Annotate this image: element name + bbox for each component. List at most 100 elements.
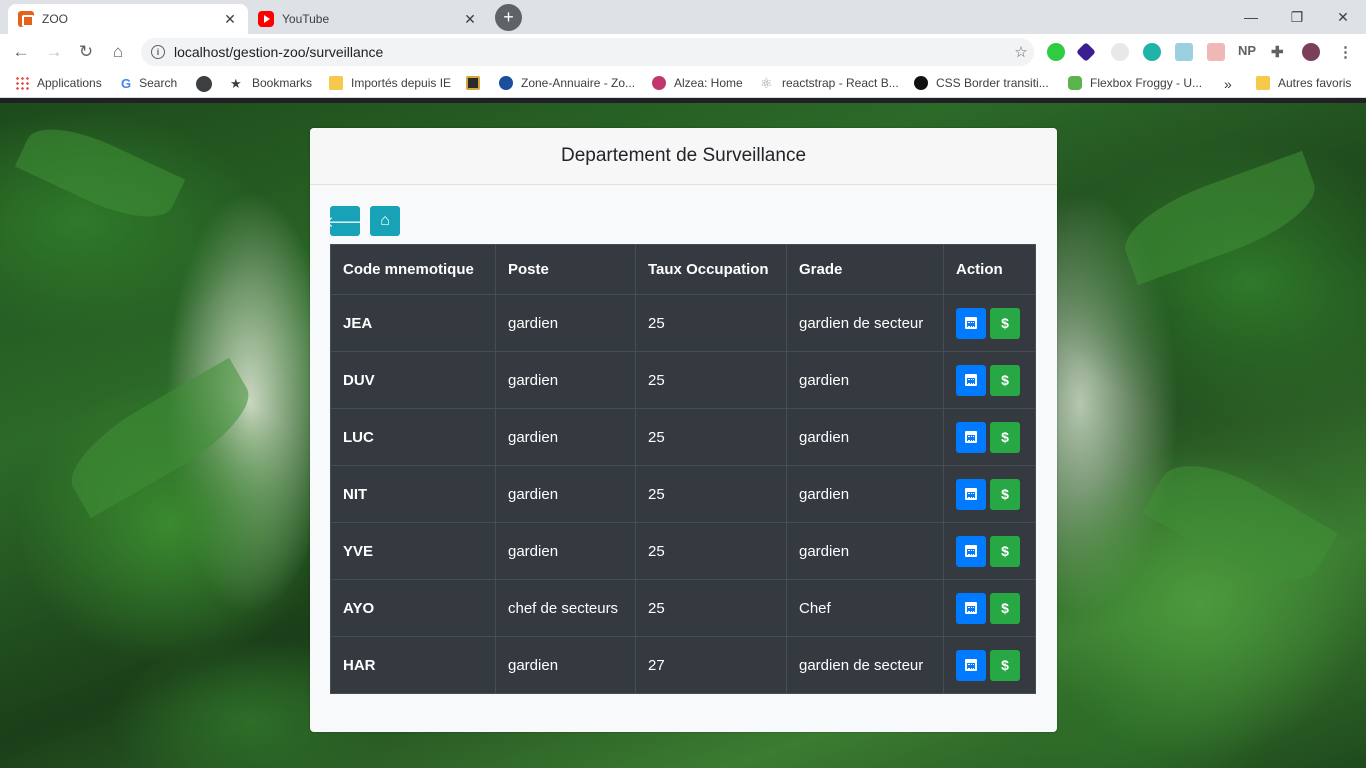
cell-actions: $ [943, 294, 1036, 352]
browser-tab-strip: ZOO ✕ YouTube ✕ + — ❐ ✕ [0, 0, 1366, 34]
extension-grey-icon[interactable] [1111, 43, 1129, 61]
bookmark-reactstrap[interactable]: ⚛ reactstrap - React B... [760, 76, 899, 90]
bookmark-zone-annuaire[interactable]: Zone-Annuaire - Zo... [499, 76, 635, 90]
bookmark-css-border[interactable]: CSS Border transiti... [914, 76, 1049, 90]
extension-np-icon[interactable]: NP [1238, 43, 1256, 58]
bookmark-box[interactable] [466, 76, 480, 90]
cell-actions: $ [943, 522, 1036, 580]
cell-grade: gardien de secteur [786, 294, 944, 352]
bookmark-label: Importés depuis IE [351, 76, 452, 90]
salary-button[interactable]: $ [990, 421, 1020, 453]
new-tab-button[interactable]: + [495, 4, 522, 31]
forward-button[interactable]: → [41, 39, 67, 65]
salary-button[interactable]: $ [990, 535, 1020, 567]
xampp-icon [18, 11, 34, 27]
schedule-button[interactable] [956, 307, 986, 339]
cell-poste: gardien [495, 465, 636, 523]
cell-taux: 25 [635, 351, 787, 409]
bookmarks-bar: Applications G Search ★ Bookmarks Import… [0, 70, 1366, 98]
bookmark-label: CSS Border transiti... [936, 76, 1049, 90]
folder-icon [1256, 76, 1270, 90]
bookmark-autres-favoris[interactable]: Autres favoris [1256, 76, 1351, 90]
tab-title: ZOO [42, 12, 68, 26]
close-tab-icon[interactable]: ✕ [462, 11, 478, 27]
site-info-icon[interactable]: i [151, 45, 165, 59]
extension-pink-icon[interactable] [1207, 43, 1225, 61]
arrow-left-icon: 🡐 [324, 213, 366, 231]
cell-actions: $ [943, 465, 1036, 523]
surveillance-card: Departement de Surveillance 🡐 ⌂ Code mne… [310, 128, 1057, 732]
extension-purple-icon[interactable] [1076, 42, 1096, 62]
schedule-button[interactable] [956, 478, 986, 510]
profile-avatar[interactable] [1302, 43, 1320, 61]
back-button[interactable]: 🡐 [325, 206, 365, 236]
bookmark-alzea[interactable]: Alzea: Home [652, 76, 743, 90]
surveillance-table: Code mnemotique Poste Taux Occupation Gr… [330, 244, 1036, 694]
extensions-puzzle-icon[interactable]: ✚ [1271, 43, 1284, 61]
back-button[interactable]: ← [8, 39, 34, 65]
minimize-button[interactable]: — [1228, 0, 1274, 34]
dollar-icon: $ [1001, 429, 1009, 445]
column-header-taux: Taux Occupation [635, 244, 787, 295]
restore-button[interactable]: ❐ [1274, 0, 1320, 34]
schedule-button[interactable] [956, 535, 986, 567]
dollar-icon: $ [1001, 486, 1009, 502]
tab-youtube[interactable]: YouTube ✕ [248, 4, 488, 34]
dollar-icon: $ [1001, 657, 1009, 673]
salary-button[interactable]: $ [990, 649, 1020, 681]
cell-taux: 27 [635, 636, 787, 694]
bookmark-label: Autres favoris [1278, 76, 1352, 90]
schedule-button[interactable] [956, 592, 986, 624]
cell-code: HAR [330, 636, 496, 694]
close-window-button[interactable]: ✕ [1320, 0, 1366, 34]
bookmark-label: Applications [37, 76, 102, 90]
cell-grade: gardien [786, 465, 944, 523]
alzea-icon [652, 76, 666, 90]
react-icon: ⚛ [760, 75, 773, 91]
bookmark-search[interactable]: G Search [121, 76, 177, 91]
bookmark-star-icon[interactable]: ☆ [1008, 43, 1034, 61]
schedule-button[interactable] [956, 421, 986, 453]
salary-button[interactable]: $ [990, 364, 1020, 396]
extension-teal-icon[interactable] [1143, 43, 1161, 61]
bookmark-importes[interactable]: Importés depuis IE [329, 76, 451, 90]
schedule-button[interactable] [956, 649, 986, 681]
menu-kebab-icon[interactable]: ⋮ [1338, 43, 1353, 61]
bookmarks-overflow-button[interactable]: » [1224, 76, 1232, 92]
table-row: DUV gardien 25 gardien $ [330, 351, 1036, 409]
home-button[interactable]: ⌂ [370, 206, 400, 236]
bookmark-label: Flexbox Froggy - U... [1090, 76, 1203, 90]
bookmark-bookmarks[interactable]: ★ Bookmarks [230, 76, 313, 91]
cell-poste: chef de secteurs [495, 579, 636, 637]
folder-icon [329, 76, 343, 90]
cell-grade: gardien de secteur [786, 636, 944, 694]
globe-icon [499, 76, 513, 90]
column-header-action: Action [943, 244, 1036, 295]
schedule-button[interactable] [956, 364, 986, 396]
tab-zoo[interactable]: ZOO ✕ [8, 4, 248, 34]
calendar-icon [965, 488, 977, 500]
extension-dropper-icon[interactable] [1175, 43, 1193, 61]
cell-code: DUV [330, 351, 496, 409]
column-header-code: Code mnemotique [330, 244, 496, 295]
salary-button[interactable]: $ [990, 307, 1020, 339]
home-button[interactable]: ⌂ [105, 39, 131, 65]
cell-code: YVE [330, 522, 496, 580]
dollar-icon: $ [1001, 315, 1009, 331]
address-url[interactable]: localhost/gestion-zoo/surveillance [174, 44, 1008, 60]
table-row: HAR gardien 27 gardien de secteur $ [330, 636, 1036, 694]
calendar-icon [965, 374, 977, 386]
extension-green-icon[interactable] [1047, 43, 1065, 61]
reload-button[interactable]: ↻ [73, 39, 99, 65]
bookmark-github[interactable] [196, 76, 212, 92]
salary-button[interactable]: $ [990, 592, 1020, 624]
home-icon: ⌂ [380, 212, 390, 229]
codepen-icon [914, 76, 928, 90]
table-row: JEA gardien 25 gardien de secteur $ [330, 294, 1036, 352]
salary-button[interactable]: $ [990, 478, 1020, 510]
address-bar[interactable]: i localhost/gestion-zoo/surveillance ☆ [141, 38, 1034, 66]
bookmark-label: Bookmarks [252, 76, 313, 90]
bookmark-applications[interactable]: Applications [15, 76, 102, 90]
bookmark-flexbox-froggy[interactable]: Flexbox Froggy - U... [1068, 76, 1202, 90]
close-tab-icon[interactable]: ✕ [222, 11, 238, 27]
